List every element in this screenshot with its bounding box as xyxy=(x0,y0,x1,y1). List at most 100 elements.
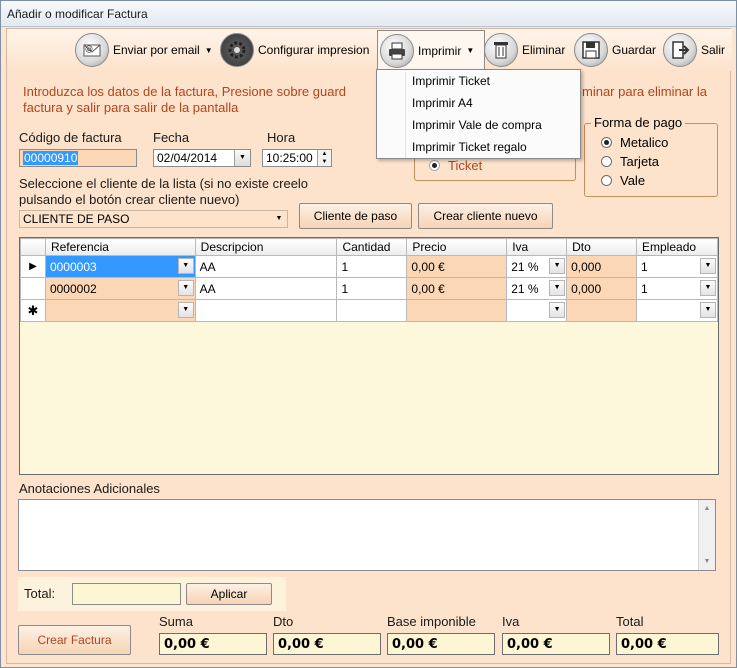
row-header[interactable] xyxy=(20,277,46,300)
grid-header: Referencia Descripcion Cantidad Precio I… xyxy=(20,238,718,256)
intro-text: Introduzca los datos de la factura, Pres… xyxy=(23,84,707,115)
crear-factura-button[interactable]: Crear Factura xyxy=(18,625,131,655)
floppy-disk-icon xyxy=(574,33,608,67)
table-row[interactable]: 0000002 ▼ AA 1 0,00 € 21 % ▼ 0,000 1 ▼ xyxy=(20,277,718,300)
notes-textarea[interactable]: ▲ ▼ xyxy=(18,499,716,571)
descripcion-cell[interactable]: AA xyxy=(194,277,338,300)
scroll-down-icon[interactable]: ▼ xyxy=(699,553,715,570)
dto-label: Dto xyxy=(273,614,294,629)
suma-label: Suma xyxy=(159,614,193,629)
chevron-down-icon[interactable]: ▼ xyxy=(700,302,716,318)
email-button[interactable]: @ Enviar por email ▼ xyxy=(75,33,213,67)
chevron-down-icon[interactable]: ▼ xyxy=(549,302,566,318)
cantidad-cell[interactable] xyxy=(336,299,408,322)
iva-cell[interactable]: ▼ xyxy=(506,299,568,322)
empleado-cell[interactable]: 1 ▼ xyxy=(636,255,718,278)
iva-cell[interactable]: 21 % ▼ xyxy=(506,277,568,300)
invoice-window: Añadir o modificar Factura @ Enviar por … xyxy=(0,0,737,668)
cantidad-cell[interactable]: 1 xyxy=(336,277,408,300)
col-dto[interactable]: Dto xyxy=(566,238,637,256)
menu-imprimir-ticket[interactable]: Imprimir Ticket xyxy=(377,70,580,92)
col-iva[interactable]: Iva xyxy=(506,238,568,256)
window-title: Añadir o modificar Factura xyxy=(7,7,148,21)
cliente-dropdown-icon[interactable]: ▼ xyxy=(271,211,287,227)
menu-imprimir-vale[interactable]: Imprimir Vale de compra xyxy=(377,114,580,136)
chevron-down-icon[interactable]: ▼ xyxy=(177,258,194,274)
hora-input[interactable]: 10:25:00 ▲ ▼ xyxy=(262,149,332,167)
save-button[interactable]: Guardar xyxy=(574,33,656,67)
referencia-cell[interactable]: 0000002 ▼ xyxy=(44,277,196,300)
hora-label: Hora xyxy=(267,130,296,145)
precio-cell[interactable]: 0,00 € xyxy=(406,277,508,300)
total-panel: Total: Aplicar xyxy=(18,577,286,611)
col-cantidad[interactable]: Cantidad xyxy=(336,238,408,256)
chevron-down-icon[interactable]: ▼ xyxy=(177,302,194,318)
configure-print-button[interactable]: Configurar impresion xyxy=(220,33,369,67)
cantidad-cell[interactable]: 1 xyxy=(336,255,408,278)
base-imponible-value: 0,00 € xyxy=(387,633,495,655)
total-input[interactable] xyxy=(72,583,181,605)
invoice-lines-grid: Referencia Descripcion Cantidad Precio I… xyxy=(19,237,719,475)
notes-label: Anotaciones Adicionales xyxy=(19,481,160,496)
descripcion-cell[interactable]: AA xyxy=(194,255,338,278)
new-row[interactable]: ✱ ▼ ▼ ▼ xyxy=(20,299,718,322)
svg-text:@: @ xyxy=(85,44,93,53)
scroll-up-icon[interactable]: ▲ xyxy=(699,500,715,517)
notes-scrollbar[interactable]: ▲ ▼ xyxy=(698,500,715,570)
col-descripcion[interactable]: Descripcion xyxy=(194,238,338,256)
email-dropdown-icon[interactable]: ▼ xyxy=(205,46,213,55)
vale-radio[interactable]: Vale xyxy=(601,173,645,188)
precio-cell[interactable]: 0,00 € xyxy=(406,255,508,278)
total-label: Total: xyxy=(24,586,56,601)
print-menu: Imprimir Ticket Imprimir A4 Imprimir Val… xyxy=(376,69,581,159)
chevron-down-icon[interactable]: ▼ xyxy=(549,258,566,274)
aplicar-button[interactable]: Aplicar xyxy=(186,583,272,605)
toolbar: @ Enviar por email ▼ Configurar impresio… xyxy=(7,29,732,71)
title-bar: Añadir o modificar Factura xyxy=(1,1,736,27)
crear-cliente-button[interactable]: Crear cliente nuevo xyxy=(418,203,553,229)
suma-value: 0,00 € xyxy=(159,633,267,655)
exit-button[interactable]: Salir xyxy=(663,33,725,67)
cliente-de-paso-button[interactable]: Cliente de paso xyxy=(299,203,412,229)
printer-icon xyxy=(380,33,414,68)
col-precio[interactable]: Precio xyxy=(406,238,508,256)
menu-imprimir-a4[interactable]: Imprimir A4 xyxy=(377,92,580,114)
dto-cell[interactable]: 0,000 xyxy=(566,255,637,278)
dto-cell[interactable]: 0,000 xyxy=(566,277,637,300)
print-button[interactable]: Imprimir ▼ xyxy=(377,30,485,70)
row-header-corner xyxy=(20,238,46,256)
print-dropdown-icon[interactable]: ▼ xyxy=(466,46,474,55)
precio-cell[interactable] xyxy=(406,299,508,322)
menu-imprimir-ticket-regalo[interactable]: Imprimir Ticket regalo xyxy=(377,136,580,158)
chevron-down-icon[interactable]: ▼ xyxy=(177,280,194,296)
col-referencia[interactable]: Referencia xyxy=(44,238,196,256)
chevron-down-icon[interactable]: ▼ xyxy=(549,280,566,296)
table-row[interactable]: ▶ 0000003 ▼ AA 1 0,00 € 21 % ▼ 0,000 1 ▼ xyxy=(20,255,718,278)
empleado-cell[interactable]: 1 ▼ xyxy=(636,277,718,300)
cliente-select[interactable]: CLIENTE DE PASO ▼ xyxy=(19,210,288,228)
new-row-asterisk-icon[interactable]: ✱ xyxy=(20,299,46,322)
tipo-ticket-radio[interactable]: Ticket xyxy=(429,158,482,173)
chevron-down-icon[interactable]: ▼ xyxy=(700,280,716,296)
current-row-icon[interactable]: ▶ xyxy=(20,255,46,278)
time-spinner-icon[interactable]: ▲ ▼ xyxy=(317,150,331,166)
col-empleado[interactable]: Empleado xyxy=(636,238,718,256)
referencia-cell[interactable]: 0000003 ▼ xyxy=(44,255,196,278)
invoice-lines-table: Referencia Descripcion Cantidad Precio I… xyxy=(20,238,718,322)
iva-label: Iva xyxy=(502,614,520,629)
tarjeta-radio[interactable]: Tarjeta xyxy=(601,154,659,169)
descripcion-cell[interactable] xyxy=(194,299,338,322)
chevron-down-icon[interactable]: ▼ xyxy=(700,258,716,274)
codigo-input[interactable]: 00000910 xyxy=(19,149,137,167)
forma-pago-legend: Forma de pago xyxy=(591,115,686,130)
empleado-cell[interactable]: ▼ xyxy=(636,299,718,322)
dto-cell[interactable] xyxy=(566,299,637,322)
calendar-dropdown-icon[interactable]: ▼ xyxy=(234,150,250,166)
referencia-cell[interactable]: ▼ xyxy=(44,299,196,322)
metalico-radio[interactable]: Metalico xyxy=(601,135,668,150)
delete-button[interactable]: Eliminar xyxy=(484,33,565,67)
fecha-datepicker[interactable]: 02/04/2014 ▼ xyxy=(153,149,251,167)
iva-cell[interactable]: 21 % ▼ xyxy=(506,255,568,278)
forma-pago-group: Forma de pago Metalico Tarjeta Vale xyxy=(584,115,718,197)
exit-door-icon xyxy=(663,33,697,67)
